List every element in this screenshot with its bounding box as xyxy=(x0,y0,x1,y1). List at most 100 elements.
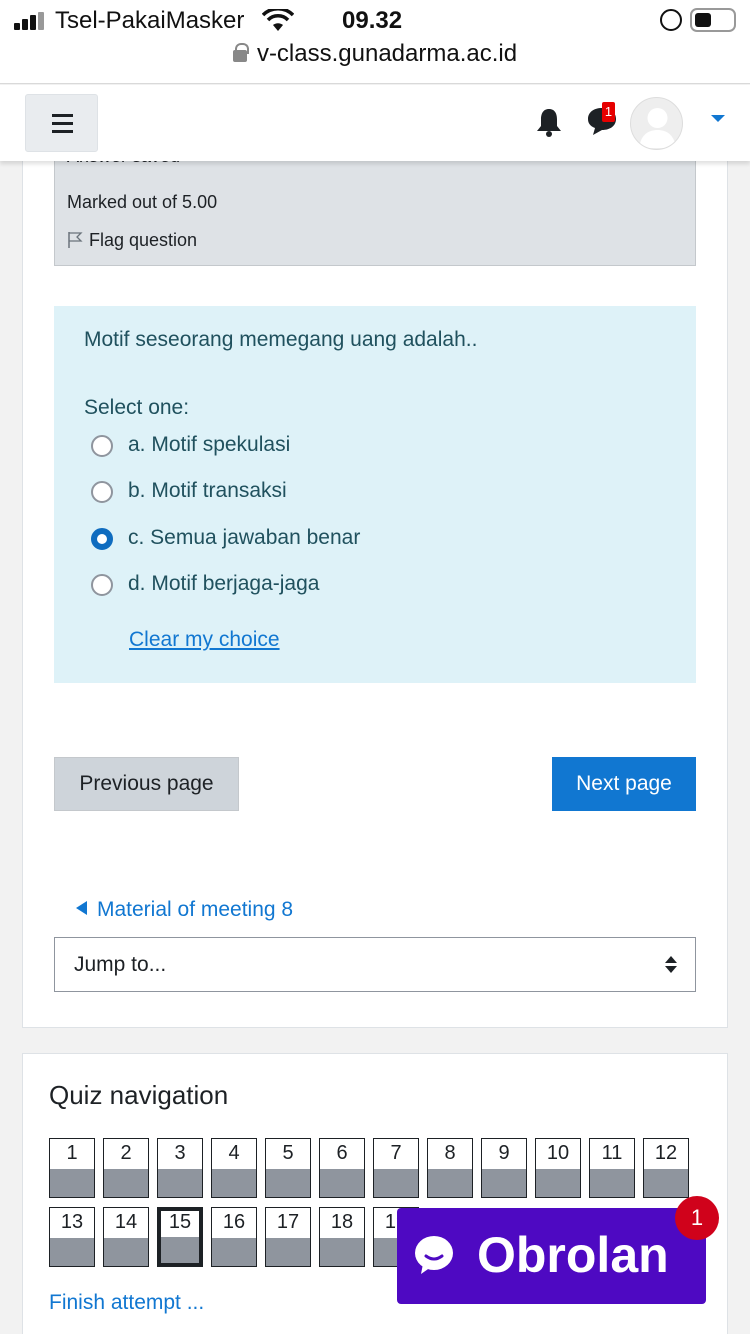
clear-choice-link[interactable]: Clear my choice xyxy=(129,628,280,652)
rotation-lock-icon xyxy=(660,9,682,31)
battery-icon xyxy=(690,8,736,32)
quiz-question-button[interactable]: 4 xyxy=(211,1138,257,1198)
answered-indicator xyxy=(266,1169,310,1197)
radio-d[interactable] xyxy=(91,574,113,596)
question-number: 12 xyxy=(654,1142,678,1164)
chat-unread-badge: 1 xyxy=(675,1196,719,1240)
quiz-question-button[interactable]: 9 xyxy=(481,1138,527,1198)
quiz-question-button[interactable]: 7 xyxy=(373,1138,419,1198)
question-number: 2 xyxy=(120,1142,132,1164)
answered-indicator xyxy=(320,1238,364,1266)
answered-indicator xyxy=(428,1169,472,1197)
answered-indicator xyxy=(320,1169,364,1197)
jump-to-value: Jump to... xyxy=(74,953,167,976)
question-content: Motif seseorang memegang uang adalah.. S… xyxy=(54,306,696,683)
quiz-question-button[interactable]: 5 xyxy=(265,1138,311,1198)
flag-question-link[interactable]: Flag question xyxy=(67,230,197,251)
menu-toggle-button[interactable] xyxy=(25,94,98,152)
chat-widget-button[interactable]: Obrolan xyxy=(397,1208,706,1304)
answered-indicator xyxy=(104,1169,148,1197)
user-menu-caret-icon[interactable] xyxy=(711,115,725,122)
quiz-question-button[interactable]: 8 xyxy=(427,1138,473,1198)
question-number: 6 xyxy=(336,1142,348,1164)
user-silhouette-icon xyxy=(639,108,676,148)
quiz-question-button[interactable]: 10 xyxy=(535,1138,581,1198)
chat-widget-label: Obrolan xyxy=(477,1227,669,1283)
question-number: 15 xyxy=(168,1211,192,1233)
quiz-question-button[interactable]: 13 xyxy=(49,1207,95,1267)
flag-icon xyxy=(68,232,83,248)
answered-indicator xyxy=(482,1169,526,1197)
answered-indicator xyxy=(374,1169,418,1197)
answered-indicator xyxy=(266,1238,310,1266)
answered-indicator xyxy=(50,1169,94,1197)
url-text: v-class.gunadarma.ac.id xyxy=(256,40,518,67)
quiz-question-button[interactable]: 1 xyxy=(49,1138,95,1198)
answer-label-b[interactable]: b. Motif transaksi xyxy=(128,479,287,503)
answered-indicator xyxy=(158,1169,202,1197)
question-number: 3 xyxy=(174,1142,186,1164)
quiz-question-button[interactable]: 11 xyxy=(589,1138,635,1198)
browser-top-bar: Tsel-PakaiMasker 09.32 v-class.gunadarma… xyxy=(0,0,750,84)
answered-indicator xyxy=(536,1169,580,1197)
answered-indicator xyxy=(161,1237,199,1263)
question-number: 10 xyxy=(546,1142,570,1164)
quiz-question-button[interactable]: 6 xyxy=(319,1138,365,1198)
question-number: 1 xyxy=(66,1142,78,1164)
question-number: 11 xyxy=(601,1142,623,1164)
select-prompt: Select one: xyxy=(84,396,190,419)
answer-option-b[interactable]: b. Motif transaksi xyxy=(90,478,650,508)
quiz-question-button[interactable]: 2 xyxy=(103,1138,149,1198)
address-bar[interactable]: v-class.gunadarma.ac.id xyxy=(0,40,750,76)
quiz-question-button[interactable]: 16 xyxy=(211,1207,257,1267)
carrier-name: Tsel-PakaiMasker xyxy=(55,7,245,34)
question-number: 5 xyxy=(282,1142,294,1164)
radio-b[interactable] xyxy=(91,481,113,503)
question-marks: Marked out of 5.00 xyxy=(67,192,218,212)
question-number: 8 xyxy=(444,1142,456,1164)
quiz-question-button[interactable]: 15 xyxy=(157,1207,203,1267)
select-arrows-icon xyxy=(665,956,677,974)
answered-indicator xyxy=(590,1169,634,1197)
previous-page-button[interactable]: Previous page xyxy=(54,757,239,811)
question-number: 14 xyxy=(114,1211,138,1233)
wifi-icon xyxy=(262,9,294,31)
answer-option-a[interactable]: a. Motif spekulasi xyxy=(90,432,650,462)
answered-indicator xyxy=(644,1169,688,1197)
previous-activity-label: Material of meeting 8 xyxy=(97,898,294,921)
triangle-left-icon xyxy=(76,901,87,915)
answer-option-c[interactable]: c. Semua jawaban benar xyxy=(90,525,650,555)
question-number: 17 xyxy=(276,1211,300,1233)
answer-label-d[interactable]: d. Motif berjaga-jaga xyxy=(128,572,319,596)
radio-a[interactable] xyxy=(91,435,113,457)
finish-attempt-link[interactable]: Finish attempt ... xyxy=(49,1291,204,1315)
bell-icon[interactable] xyxy=(535,107,563,137)
jump-to-select[interactable]: Jump to... xyxy=(54,937,696,992)
quiz-question-button[interactable]: 18 xyxy=(319,1207,365,1267)
status-bar: Tsel-PakaiMasker 09.32 xyxy=(0,0,750,42)
question-number: 7 xyxy=(390,1142,402,1164)
question-number: 18 xyxy=(330,1211,354,1233)
quiz-question-button[interactable]: 17 xyxy=(265,1207,311,1267)
notification-badge: 1 xyxy=(602,102,615,122)
question-number: 4 xyxy=(228,1142,240,1164)
answer-label-a[interactable]: a. Motif spekulasi xyxy=(128,433,290,457)
quiz-question-button[interactable]: 3 xyxy=(157,1138,203,1198)
question-text: Motif seseorang memegang uang adalah.. xyxy=(84,328,478,351)
question-number: 13 xyxy=(60,1211,84,1233)
quiz-navigation-title: Quiz navigation xyxy=(49,1080,229,1110)
radio-c[interactable] xyxy=(91,528,113,550)
question-number: 16 xyxy=(222,1211,246,1233)
previous-activity-link[interactable]: Material of meeting 8 xyxy=(76,898,293,922)
question-info: Answer saved Marked out of 5.00 Flag que… xyxy=(54,146,696,266)
next-page-button[interactable]: Next page xyxy=(552,757,696,811)
answered-indicator xyxy=(212,1169,256,1197)
quiz-question-button[interactable]: 14 xyxy=(103,1207,149,1267)
quiz-question-button[interactable]: 12 xyxy=(643,1138,689,1198)
answer-label-c[interactable]: c. Semua jawaban benar xyxy=(128,526,360,550)
flag-question-label: Flag question xyxy=(89,230,198,250)
answer-option-d[interactable]: d. Motif berjaga-jaga xyxy=(90,571,650,601)
user-avatar[interactable] xyxy=(630,97,683,150)
answered-indicator xyxy=(50,1238,94,1266)
clock: 09.32 xyxy=(342,7,403,34)
